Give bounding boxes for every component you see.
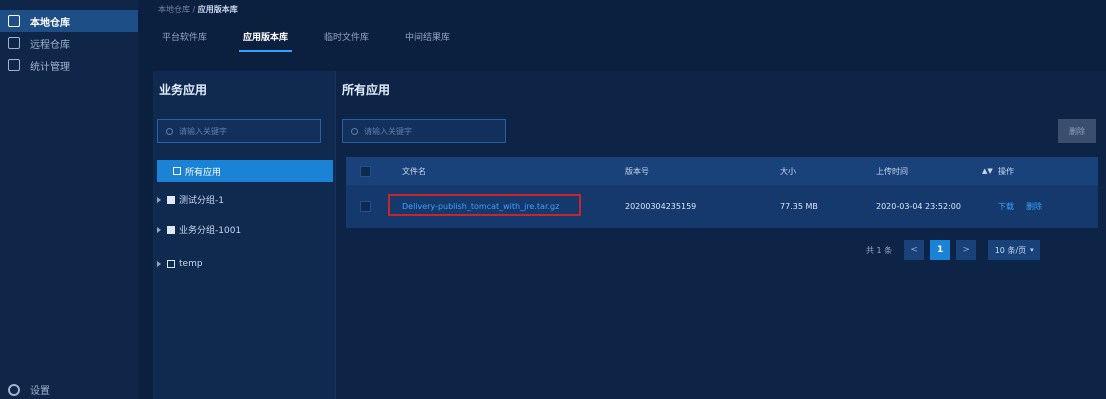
delete-button[interactable]: 删除 [1058, 119, 1096, 143]
table-header: 文件名 版本号 大小 上传时间 ▲▼ 操作 [346, 157, 1098, 185]
tab-platform-software[interactable]: 平台软件库 [158, 24, 211, 52]
nav-item-label: 设置 [30, 386, 50, 397]
row-delete-link[interactable]: 删除 [1026, 201, 1042, 212]
sort-icon[interactable]: ▲▼ [982, 157, 993, 185]
column-header-uploaded-label: 上传时间 [876, 166, 908, 176]
file-version: 20200304235159 [625, 202, 697, 211]
tab-app-version[interactable]: 应用版本库 [239, 24, 293, 52]
caret-right-icon[interactable] [157, 196, 161, 203]
column-header-size: 大小 [780, 166, 796, 176]
gear-icon [8, 383, 20, 396]
select-all-checkbox[interactable] [360, 165, 371, 177]
app-search-input[interactable]: 请输入关键字 [157, 119, 321, 143]
page-button[interactable]: 1 [930, 240, 951, 260]
breadcrumb-separator: / [190, 5, 198, 14]
column-header-version: 版本号 [625, 166, 649, 176]
search-placeholder: 请输入关键字 [364, 126, 412, 136]
nav-item-local-repo[interactable]: 本地仓库 [0, 10, 138, 32]
tree-item-label: 所有应用 [185, 167, 222, 178]
remote-repo-icon [8, 37, 20, 49]
tree-item-group[interactable]: 业务分组-1001 [157, 223, 241, 236]
row-checkbox[interactable] [360, 201, 371, 212]
repo-tabs: 平台软件库 应用版本库 临时文件库 中间结果库 [158, 24, 482, 52]
nav-item-remote-repo[interactable]: 远程仓库 [0, 32, 138, 54]
tab-intermediate-results[interactable]: 中间结果库 [401, 24, 454, 52]
column-header-actions: 操作 [998, 166, 1014, 176]
total-count: 共 1 条 [866, 245, 893, 255]
tree-item-label: 业务分组-1001 [179, 226, 242, 236]
tree-item-label: 测试分组-1 [179, 196, 224, 206]
tree-item-group[interactable]: temp [157, 259, 203, 269]
panel-title: 所有应用 [342, 83, 391, 97]
tab-temp-files[interactable]: 临时文件库 [320, 24, 373, 52]
all-apps-panel: 所有应用 请输入关键字 删除 文件名 版本号 大小 上传时间 ▲▼ 操作 Del… [335, 71, 1106, 399]
column-header-name: 文件名 [402, 166, 426, 176]
search-icon [351, 127, 358, 135]
business-app-panel: 业务应用 请输入关键字 所有应用 测试分组-1 业务分组-1001 temp [153, 71, 335, 399]
page-size-label: 10 条/页 [994, 245, 1027, 255]
file-name[interactable]: Delivery-publish_tomcat_with_jre.tar.gz [402, 185, 559, 228]
tree-item-label: temp [179, 259, 203, 269]
folder-icon [167, 260, 175, 268]
download-link[interactable]: 下载 [998, 201, 1014, 212]
folder-icon [167, 225, 175, 234]
nav-item-label: 本地仓库 [30, 17, 70, 29]
nav-item-stats[interactable]: 统计管理 [0, 54, 138, 76]
stats-icon [8, 59, 20, 71]
nav-item-settings[interactable]: 设置 [8, 382, 50, 397]
next-page-button[interactable]: > [956, 240, 977, 260]
search-placeholder: 请输入关键字 [179, 126, 227, 136]
pagination: 共 1 条 < 1 > 10 条/页 ▾ [866, 240, 1041, 260]
page-size-select[interactable]: 10 条/页 ▾ [988, 240, 1041, 260]
breadcrumb-current: 应用版本库 [197, 5, 238, 14]
tree-item-all-apps[interactable]: 所有应用 [157, 160, 333, 182]
folder-icon [167, 195, 175, 204]
chevron-down-icon: ▾ [1030, 246, 1034, 254]
breadcrumb: 本地仓库 / 应用版本库 [158, 4, 238, 15]
local-repo-icon [8, 15, 20, 27]
caret-right-icon[interactable] [157, 226, 161, 233]
panel-title: 业务应用 [159, 83, 208, 97]
file-size: 77.35 MB [780, 202, 818, 211]
nav-item-label: 远程仓库 [30, 39, 70, 51]
search-icon [166, 127, 173, 135]
prev-page-button[interactable]: < [904, 240, 925, 260]
nav-item-label: 统计管理 [30, 61, 70, 73]
tree-item-group[interactable]: 测试分组-1 [157, 193, 224, 206]
folder-icon [173, 167, 181, 175]
breadcrumb-parent[interactable]: 本地仓库 [158, 5, 190, 14]
side-nav: 本地仓库 远程仓库 统计管理 设置 [0, 0, 138, 399]
file-search-input[interactable]: 请输入关键字 [342, 119, 506, 143]
column-header-uploaded[interactable]: 上传时间 [876, 157, 908, 185]
table-row: Delivery-publish_tomcat_with_jre.tar.gz … [346, 185, 1098, 229]
file-uploaded: 2020-03-04 23:52:00 [876, 202, 961, 211]
caret-right-icon[interactable] [157, 261, 161, 267]
